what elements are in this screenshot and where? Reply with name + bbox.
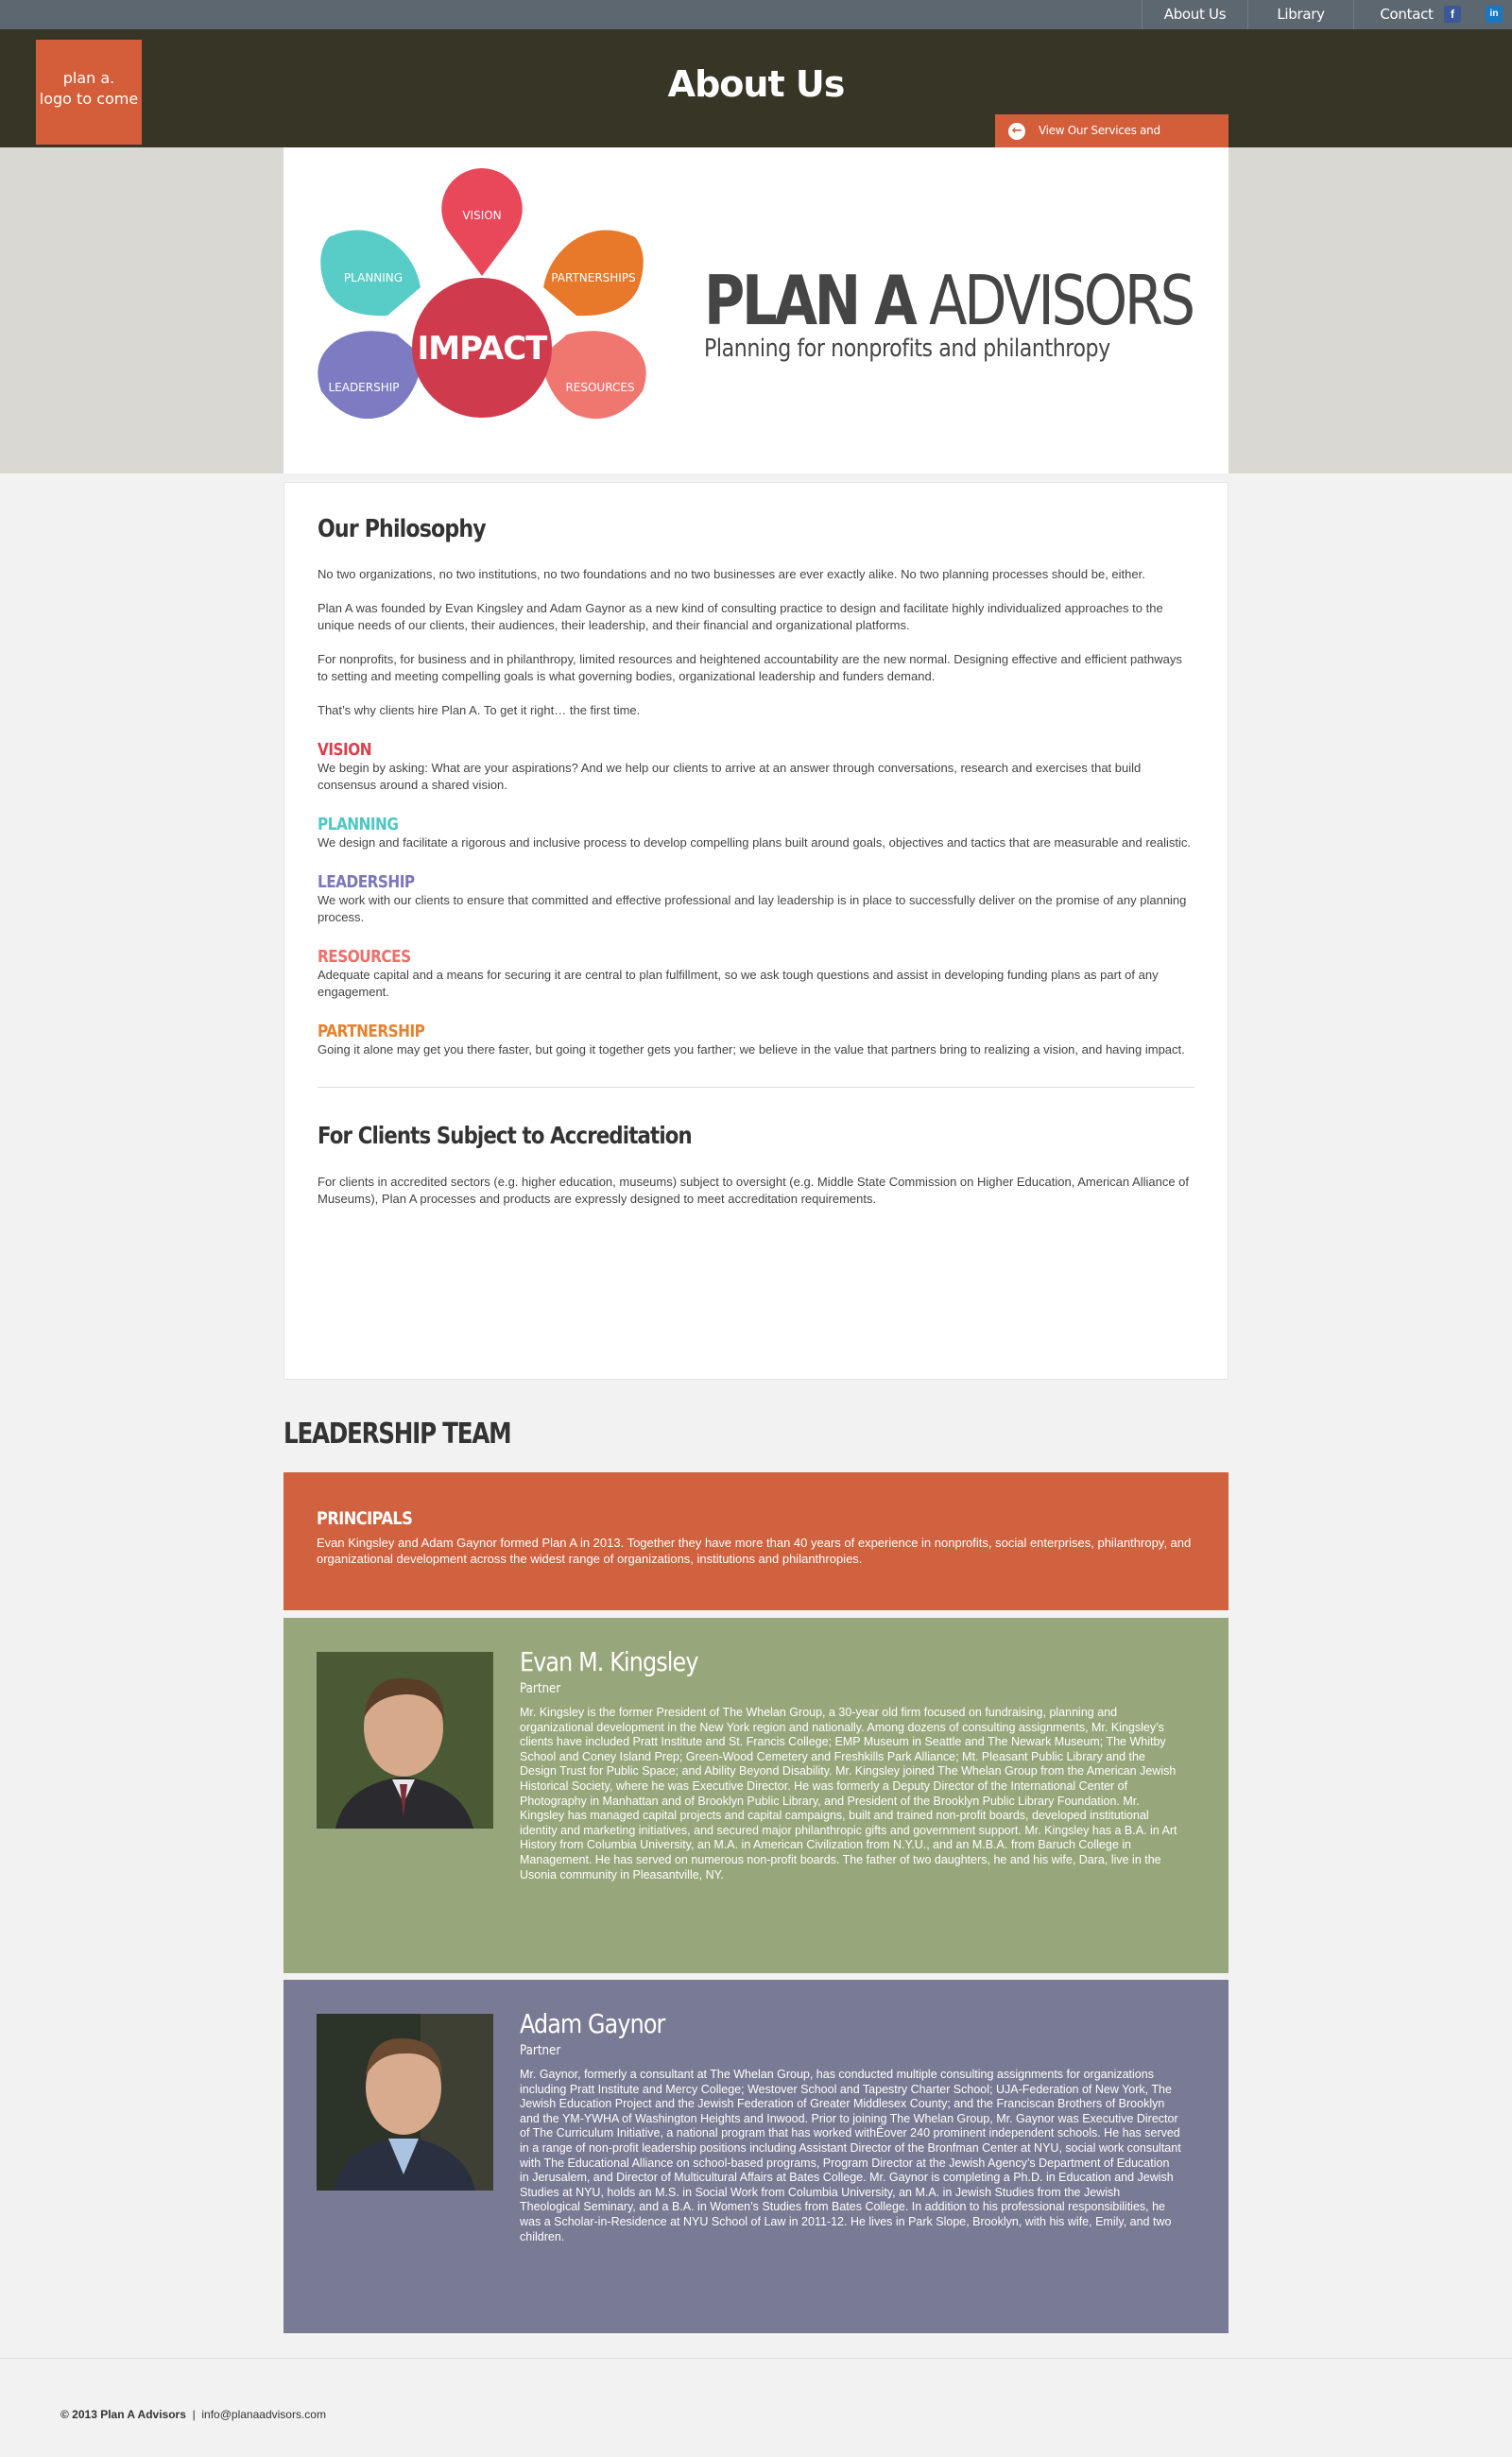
philosophy-paragraph: Plan A was founded by Evan Kingsley and … xyxy=(318,601,1163,632)
principals-title: PRINCIPALS xyxy=(317,1508,413,1529)
footer-divider xyxy=(0,2358,1512,2359)
gaynor-info: Adam Gaynor Partner Mr. Gaynor, formerly… xyxy=(520,2008,1181,2244)
petal-vision: VISION xyxy=(441,168,523,276)
page-title: About Us xyxy=(667,63,846,105)
nav-library[interactable]: Library xyxy=(1247,0,1353,29)
pillar-partnership-title: PARTNERSHIP xyxy=(318,1022,425,1041)
philosophy-paragraph: That’s why clients hire Plan A. To get i… xyxy=(318,703,641,717)
petal-leadership-label: LEADERSHIP xyxy=(328,381,399,394)
gaynor-role: Partner xyxy=(520,2043,561,2058)
kingsley-name: Evan M. Kingsley xyxy=(520,1646,698,1677)
team-member-gaynor: Adam Gaynor Partner Mr. Gaynor, formerly… xyxy=(284,1980,1228,2333)
pillar-leadership-title: LEADERSHIP xyxy=(318,872,415,892)
nav-about-us[interactable]: About Us xyxy=(1142,0,1247,29)
top-nav-bar: About Us Library Contact f in xyxy=(0,0,1512,29)
brand-name-light: ADVISORS xyxy=(929,261,1195,340)
pillar-vision-title: VISION xyxy=(318,740,372,760)
brand-name: PLAN A ADVISORS xyxy=(704,261,1195,340)
kingsley-info: Evan M. Kingsley Partner Mr. Kingsley is… xyxy=(520,1646,1181,1882)
pillar-resources-title: RESOURCES xyxy=(318,947,411,967)
pillar-partnership-text: Going it alone may get you there faster,… xyxy=(318,1042,1185,1057)
principals-text: Evan Kingsley and Adam Gaynor formed Pla… xyxy=(317,1536,1192,1566)
accreditation-title: For Clients Subject to Accreditation xyxy=(318,1122,693,1149)
arrow-left-icon: ← xyxy=(1008,123,1025,140)
accreditation-text: For clients in accredited sectors (e.g. … xyxy=(318,1175,1189,1206)
linkedin-icon[interactable]: in xyxy=(1486,6,1503,23)
footer: © 2013 Plan A Advisors | info@planaadvis… xyxy=(60,2408,326,2421)
petal-resources-label: RESOURCES xyxy=(565,381,634,394)
impact-label: IMPACT xyxy=(418,330,549,368)
philosophy-paragraph: No two organizations, no two institution… xyxy=(318,567,1145,581)
petal-partnerships: PARTNERSHIPS xyxy=(543,230,644,317)
pillar-leadership-text: We work with our clients to ensure that … xyxy=(318,893,1187,924)
petal-planning: PLANNING xyxy=(320,230,421,317)
footer-separator: | xyxy=(192,2408,196,2421)
philosophy-paragraph: For nonprofits, for business and in phil… xyxy=(318,652,1182,683)
view-services-button[interactable]: ← View Our Services and Organizations xyxy=(995,114,1228,170)
impact-diagram: VISION PLANNING PARTNERSHIPS LEADERSHIP … xyxy=(318,168,646,420)
gaynor-photo xyxy=(317,2014,493,2191)
kingsley-photo xyxy=(317,1652,493,1829)
section-divider xyxy=(318,1087,1194,1088)
pillar-planning-text: We design and facilitate a rigorous and … xyxy=(318,835,1192,850)
gaynor-bio: Mr. Gaynor, formerly a consultant at The… xyxy=(520,2068,1181,2243)
facebook-icon[interactable]: f xyxy=(1444,6,1461,23)
kingsley-bio: Mr. Kingsley is the former President of … xyxy=(520,1706,1177,1881)
petal-planning-label: PLANNING xyxy=(344,271,403,284)
principals-card: PRINCIPALS Evan Kingsley and Adam Gaynor… xyxy=(284,1472,1228,1610)
kingsley-role: Partner xyxy=(520,1681,561,1696)
brand-name-bold: PLAN A xyxy=(704,261,918,340)
petal-partnerships-label: PARTNERSHIPS xyxy=(551,271,635,284)
hero-panel: VISION PLANNING PARTNERSHIPS LEADERSHIP … xyxy=(284,147,1228,473)
pillar-resources-text: Adequate capital and a means for securin… xyxy=(318,968,1159,999)
leadership-team-title: LEADERSHIP TEAM xyxy=(284,1418,512,1451)
footer-email-link[interactable]: info@planaadvisors.com xyxy=(201,2408,326,2421)
petal-leadership: LEADERSHIP xyxy=(318,331,423,420)
philosophy-title: Our Philosophy xyxy=(318,515,487,543)
petal-vision-label: VISION xyxy=(462,209,501,222)
social-links: f in xyxy=(1444,6,1503,23)
pillar-vision-text: We begin by asking: What are your aspira… xyxy=(318,761,1142,792)
gaynor-name: Adam Gaynor xyxy=(520,2008,665,2039)
page-header: plan a. logo to come About Us ← View Our… xyxy=(0,29,1512,170)
philosophy-card: Our Philosophy No two organizations, no … xyxy=(284,482,1228,1380)
team-member-kingsley: Evan M. Kingsley Partner Mr. Kingsley is… xyxy=(284,1618,1228,1973)
petal-resources: RESOURCES xyxy=(541,331,646,420)
brand-tagline: Planning for nonprofits and philanthropy xyxy=(704,335,1110,363)
nav-links: About Us Library Contact xyxy=(1142,0,1459,29)
brand-block: PLAN A ADVISORS Planning for nonprofits … xyxy=(704,261,1299,363)
footer-copyright: © 2013 Plan A Advisors xyxy=(60,2408,186,2421)
pillar-planning-title: PLANNING xyxy=(318,815,399,834)
